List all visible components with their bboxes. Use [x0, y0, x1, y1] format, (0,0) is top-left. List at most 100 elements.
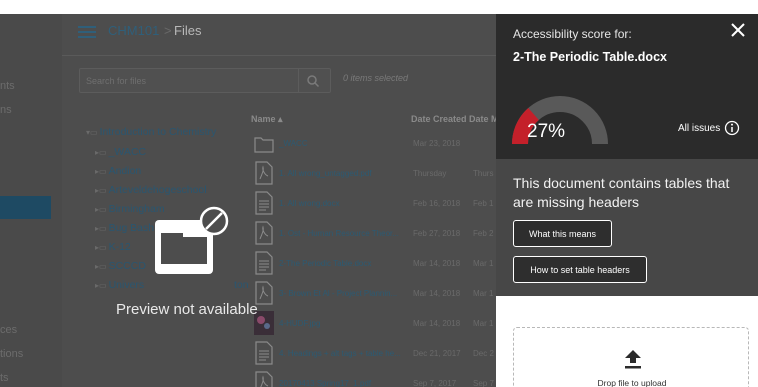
- file-name[interactable]: 4. Headings + alt tags + table he...: [279, 349, 409, 358]
- file-date-modified: Mar 1: [473, 259, 494, 268]
- file-name[interactable]: 3- Brown Et Al - Project Plannin...: [279, 289, 409, 298]
- score-heading: Accessibility score for:: [513, 27, 632, 41]
- file-row[interactable]: 3- Brown Et Al - Project Plannin... Mar …: [248, 279, 508, 309]
- expand-arrow-icon[interactable]: ▾▭: [86, 128, 98, 137]
- document-file-icon: [255, 341, 273, 365]
- tree-folder-label: Andion: [108, 165, 142, 177]
- tree-folder-root[interactable]: ▾▭ Introduction to Chemistry: [86, 126, 216, 138]
- info-icon[interactable]: [724, 120, 740, 136]
- file-date-created: Mar 14, 2018: [413, 259, 461, 268]
- selected-items-count: 0 items selected: [343, 73, 409, 83]
- folder-icon: ▸▭: [95, 205, 107, 214]
- header-divider: [62, 55, 496, 56]
- course-nav-item[interactable]: ces: [0, 324, 17, 336]
- tree-folder[interactable]: ▸▭ Andion: [95, 165, 141, 177]
- column-header-name[interactable]: Name ▴: [251, 114, 283, 125]
- file-date-created: Feb 27, 2018: [413, 229, 461, 238]
- file-row[interactable]: _WACC Mar 23, 2018: [248, 129, 508, 159]
- file-name[interactable]: 2-The Periodic Table.docx: [279, 259, 409, 268]
- file-date-created: Sep 7, 2017: [413, 379, 457, 387]
- tree-folder[interactable]: ▸▭ _WACC: [95, 146, 146, 158]
- breadcrumb-current-page: Files: [174, 23, 202, 38]
- file-row[interactable]: 1. All wrong.docx Feb 16, 2018 Feb 1: [248, 189, 508, 219]
- files-page: nts ns ces tions ts CHM101 > Files 0 ite…: [0, 14, 758, 387]
- column-header-date-created[interactable]: Date Created: [411, 114, 467, 124]
- file-date-modified: Mar 1: [473, 289, 494, 298]
- folder-icon: ▸▭: [95, 281, 107, 290]
- search-input[interactable]: [86, 74, 296, 88]
- document-file-icon: [255, 251, 273, 275]
- hamburger-menu-icon[interactable]: [78, 26, 96, 38]
- tree-folder-label: Introduction to Chemistry: [99, 126, 217, 138]
- tree-folder[interactable]: ▸▭ Univers: [95, 279, 144, 291]
- file-name[interactable]: 20170413 Spring17_1.pdf: [279, 379, 409, 387]
- file-name[interactable]: _WACC: [279, 139, 409, 148]
- how-to-set-table-headers-button[interactable]: How to set table headers: [513, 256, 647, 283]
- file-date-created: Mar 23, 2018: [413, 139, 461, 148]
- search-icon[interactable]: [306, 74, 320, 88]
- document-name: 2-The Periodic Table.docx: [513, 50, 667, 64]
- pdf-file-icon: [255, 221, 273, 245]
- all-issues-link[interactable]: All issues: [678, 123, 720, 134]
- file-row[interactable]: 1. All wrong_untagged.pdf Thursday Thurs: [248, 159, 508, 189]
- file-row[interactable]: 2-The Periodic Table.docx Mar 14, 2018 M…: [248, 249, 508, 279]
- file-date-modified: Mar 1: [473, 319, 494, 328]
- accessibility-tray: Accessibility score for: 2-The Periodic …: [496, 14, 758, 387]
- tree-folder[interactable]: ▸▭ Bug Bash: [95, 222, 154, 234]
- column-header-date-modified[interactable]: Date M: [469, 114, 499, 124]
- search-divider: [298, 69, 299, 92]
- tree-folder-label: _WACC: [108, 146, 147, 158]
- what-this-means-button[interactable]: What this means: [513, 220, 612, 247]
- file-name[interactable]: 1. Ost - Human Resource Theor...: [279, 229, 409, 238]
- file-row[interactable]: 4-HUDF.jpg Mar 14, 2018 Mar 1: [248, 309, 508, 339]
- preview-unavailable-icon: [155, 206, 229, 274]
- folder-icon: ▸▭: [95, 243, 107, 252]
- file-row[interactable]: 4. Headings + alt tags + table he... Dec…: [248, 339, 508, 369]
- folder-icon: ▸▭: [95, 167, 107, 176]
- preview-unavailable-message: Preview not available: [116, 301, 258, 318]
- file-name[interactable]: 1. All wrong_untagged.pdf: [279, 169, 409, 178]
- tree-folder-label-tail: ton: [234, 279, 249, 291]
- close-icon[interactable]: [730, 22, 746, 38]
- file-date-modified: Dec 2: [473, 349, 494, 358]
- file-row[interactable]: 20170413 Spring17_1.pdf Sep 7, 2017 Sep …: [248, 369, 508, 387]
- folder-icon: [254, 137, 274, 153]
- issue-description: This document contains tables that are m…: [513, 175, 730, 210]
- folder-icon: ▸▭: [95, 186, 107, 195]
- file-date-created: Dec 21, 2017: [413, 349, 461, 358]
- tree-folder-label: Bug Bash: [108, 222, 155, 234]
- tree-folder-label: SCCCD: [108, 260, 146, 272]
- upload-icon: [625, 350, 641, 369]
- file-name[interactable]: 1. All wrong.docx: [279, 199, 409, 208]
- folder-icon: ▸▭: [95, 148, 107, 157]
- tree-folder[interactable]: ▸▭ K-12: [95, 241, 131, 253]
- breadcrumb-course-link[interactable]: CHM101: [108, 23, 159, 38]
- pdf-file-icon: [255, 161, 273, 185]
- file-date-modified: Sep 7: [473, 379, 494, 387]
- course-nav-item[interactable]: ns: [0, 104, 12, 116]
- file-search: [79, 68, 331, 93]
- breadcrumb-separator: >: [164, 23, 172, 38]
- tree-folder-label: Univers: [108, 279, 145, 291]
- course-nav-item[interactable]: tions: [0, 348, 23, 360]
- course-navigation: nts ns ces tions ts: [0, 14, 62, 387]
- course-nav-item-active[interactable]: [0, 196, 51, 219]
- tree-folder[interactable]: ▸▭ SCCCD: [95, 260, 146, 272]
- file-name[interactable]: 4-HUDF.jpg: [279, 319, 409, 328]
- file-date-modified: Feb 2: [473, 229, 494, 238]
- folder-icon: ▸▭: [95, 224, 107, 233]
- folder-icon: ▸▭: [95, 262, 107, 271]
- tree-folder[interactable]: ▸▭ Arteveldehogeschool: [95, 184, 207, 196]
- tree-folder-label: K-12: [108, 241, 131, 253]
- course-nav-item[interactable]: nts: [0, 80, 15, 92]
- score-value: 27%: [527, 121, 566, 142]
- pdf-file-icon: [255, 371, 273, 387]
- file-date-created: Mar 14, 2018: [413, 289, 461, 298]
- file-row[interactable]: 1. Ost - Human Resource Theor... Feb 27,…: [248, 219, 508, 249]
- file-drop-zone[interactable]: Drop file to upload: [513, 327, 749, 387]
- file-date-created: Mar 14, 2018: [413, 319, 461, 328]
- tree-folder-label: Arteveldehogeschool: [108, 184, 207, 196]
- course-nav-item[interactable]: ts: [0, 372, 9, 384]
- file-date-modified: Thurs: [473, 169, 494, 178]
- file-date-created: Thursday: [413, 169, 447, 178]
